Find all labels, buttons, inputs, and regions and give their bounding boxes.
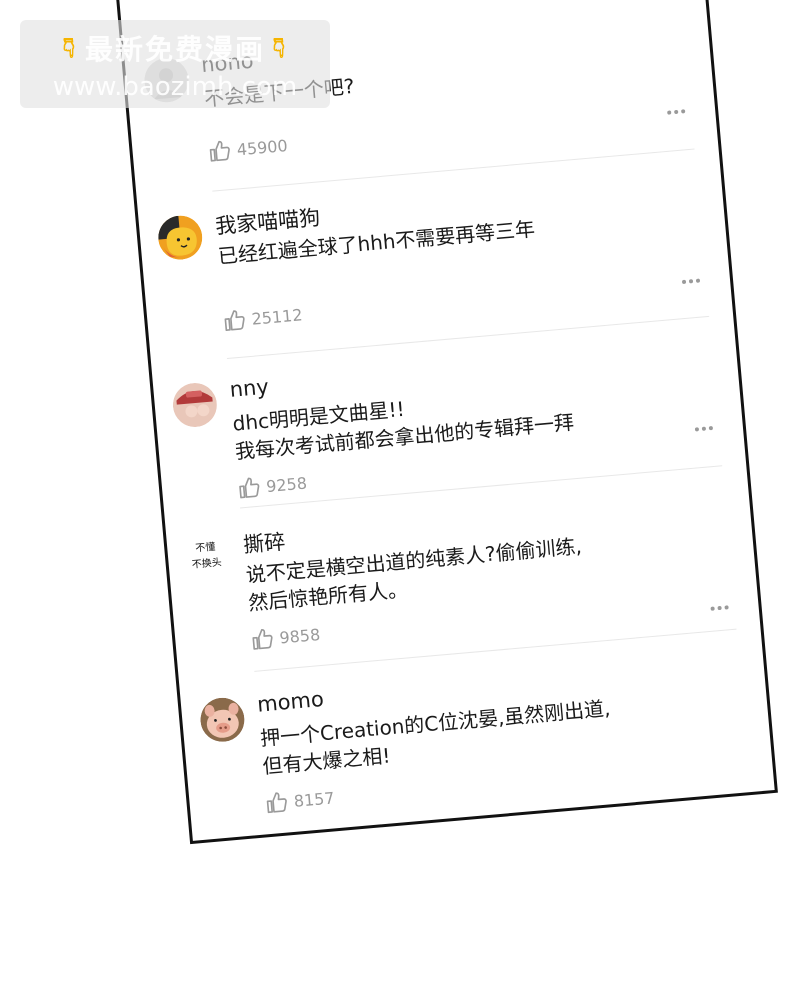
like-count: 8157 xyxy=(292,787,336,811)
comment-text: 押一个Creation的C位沈晏,虽然刚出道, 但有大爆之相! xyxy=(259,684,732,781)
like-count: 45900 xyxy=(235,135,289,159)
comment-username[interactable]: nny xyxy=(229,375,270,402)
comment-text: 说不定是横空出道的纯素人?偷偷训练, 然后惊艳所有人。 xyxy=(245,520,718,617)
comment-panel: nono 不会是下一个吧? 45900 我家 xyxy=(116,0,778,845)
pointing-down-hand-icon: 👇︎ xyxy=(62,31,77,64)
like-count: 9858 xyxy=(278,624,321,647)
more-options-icon xyxy=(694,427,700,432)
comment-username[interactable]: 撕碎 xyxy=(242,526,286,560)
more-options-icon xyxy=(710,606,715,611)
user-avatar-icon xyxy=(200,697,245,742)
like-count: 9258 xyxy=(265,473,308,496)
avatar[interactable] xyxy=(171,381,219,429)
thumbs-up-icon xyxy=(252,629,273,650)
watermark-title: 最新免费漫画 xyxy=(84,33,265,66)
like-button[interactable]: 8157 xyxy=(265,784,336,816)
user-avatar-icon xyxy=(172,383,217,428)
more-options-button[interactable] xyxy=(694,425,714,432)
more-options-icon xyxy=(681,279,687,285)
more-options-button[interactable] xyxy=(681,278,701,285)
thumbs-up-icon xyxy=(239,477,260,499)
user-avatar-icon xyxy=(158,215,203,260)
like-count: 25112 xyxy=(250,304,304,329)
avatar[interactable]: 不懂 不换头 xyxy=(178,532,234,586)
thumbs-up-icon xyxy=(266,792,287,814)
like-button[interactable]: 45900 xyxy=(208,132,289,165)
more-options-icon xyxy=(667,110,672,115)
avatar[interactable] xyxy=(199,696,247,744)
comment-username[interactable]: momo xyxy=(256,687,324,717)
like-button[interactable]: 9858 xyxy=(250,621,321,653)
thumbs-up-icon xyxy=(209,140,230,162)
more-options-button[interactable] xyxy=(667,109,686,115)
like-button[interactable]: 25112 xyxy=(223,301,304,334)
comment-item: momo 押一个Creation的C位沈晏,虽然刚出道, 但有大爆之相! 815… xyxy=(180,649,738,814)
comment-text: dhc明明是文曲星!! 我每次考试前都会拿出他的专辑拜一拜 xyxy=(231,369,704,466)
pointing-down-hand-icon: 👇︎ xyxy=(273,31,288,64)
more-options-button[interactable] xyxy=(710,605,729,611)
avatar[interactable] xyxy=(156,214,204,262)
thumbs-up-icon xyxy=(224,310,245,331)
divider xyxy=(240,465,723,509)
watermark-url: www.baozimh.com xyxy=(52,72,298,102)
avatar-text: 不换头 xyxy=(191,557,223,571)
divider xyxy=(254,628,737,672)
watermark: 👇︎ 最新免费漫画 👇︎ www.baozimh.com xyxy=(20,20,330,108)
like-button[interactable]: 9258 xyxy=(237,470,308,502)
